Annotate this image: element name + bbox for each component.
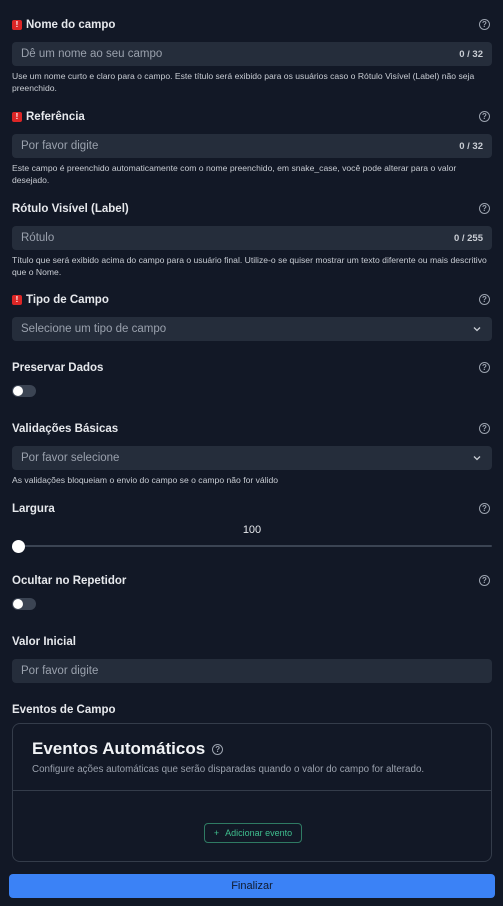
events-section: Eventos de Campo bbox=[12, 701, 492, 719]
initial-value-field: Valor Inicial Por favor digite bbox=[12, 633, 492, 683]
initial-value-placeholder: Por favor digite bbox=[21, 665, 99, 677]
add-event-button[interactable]: + Adicionar evento bbox=[204, 823, 302, 843]
width-value: 100 bbox=[242, 524, 262, 536]
reference-hint: Este campo é preenchido automaticamente … bbox=[12, 163, 457, 185]
visible-label-counter: 0 / 255 bbox=[453, 232, 483, 244]
reference-label-wrap: ! Referência bbox=[12, 111, 85, 123]
hide-repeater-toggle[interactable] bbox=[12, 598, 36, 610]
name-label-wrap: ! Nome do campo bbox=[12, 19, 115, 31]
reference-label: Referência bbox=[26, 111, 85, 123]
events-description: Configure ações automáticas que serão di… bbox=[32, 764, 425, 775]
events-section-label: Eventos de Campo bbox=[12, 704, 116, 716]
name-counter: 0 / 32 bbox=[459, 48, 483, 60]
name-label: Nome do campo bbox=[26, 19, 116, 31]
help-icon[interactable]: ? bbox=[479, 111, 490, 122]
width-label-wrap: Largura bbox=[12, 503, 55, 515]
events-title-wrap: Eventos Automáticos ? bbox=[32, 739, 224, 759]
reference-counter: 0 / 32 bbox=[459, 140, 483, 152]
name-field: ! Nome do campo ? Dê um nome ao seu camp… bbox=[12, 16, 492, 94]
validations-label: Validações Básicas bbox=[12, 423, 119, 435]
help-icon[interactable]: ? bbox=[479, 203, 490, 214]
help-icon[interactable]: ? bbox=[212, 743, 224, 755]
finalize-label: Finalizar bbox=[231, 880, 273, 892]
reference-field: ! Referência ? Por favor digite 0 / 32 E… bbox=[12, 108, 492, 186]
events-divider bbox=[13, 790, 491, 791]
hide-repeater-label-wrap: Ocultar no Repetidor bbox=[12, 575, 126, 587]
field-type-label: Tipo de Campo bbox=[26, 294, 109, 306]
chevron-down-icon bbox=[473, 327, 481, 332]
field-type-select[interactable]: Selecione um tipo de campo bbox=[12, 317, 492, 341]
preserve-data-label: Preservar Dados bbox=[12, 362, 104, 374]
visible-label-hint: Título que será exibido acima do campo p… bbox=[12, 255, 487, 277]
initial-value-label: Valor Inicial bbox=[12, 636, 76, 648]
help-icon[interactable]: ? bbox=[479, 423, 490, 434]
width-slider-track[interactable] bbox=[18, 545, 492, 547]
reference-placeholder: Por favor digite bbox=[21, 140, 99, 152]
visible-label-placeholder: Rótulo bbox=[21, 232, 55, 244]
reference-input[interactable]: Por favor digite 0 / 32 bbox=[12, 134, 492, 158]
add-event-label: Adicionar evento bbox=[225, 828, 293, 838]
validations-hint: As validações bloqueiam o envio do campo… bbox=[12, 475, 279, 485]
help-icon[interactable]: ? bbox=[479, 19, 490, 30]
validations-select[interactable]: Por favor selecione bbox=[12, 446, 492, 470]
hide-repeater-label: Ocultar no Repetidor bbox=[12, 575, 127, 587]
help-icon[interactable]: ? bbox=[479, 362, 490, 373]
preserve-data-toggle[interactable] bbox=[12, 385, 36, 397]
visible-label-input[interactable]: Rótulo 0 / 255 bbox=[12, 226, 492, 250]
chevron-down-icon bbox=[473, 456, 481, 461]
help-icon[interactable]: ? bbox=[479, 575, 490, 586]
help-icon[interactable]: ? bbox=[479, 503, 490, 514]
width-label: Largura bbox=[12, 503, 55, 515]
validations-field: Validações Básicas ? Por favor selecione… bbox=[12, 420, 492, 486]
help-icon[interactable]: ? bbox=[479, 294, 490, 305]
width-slider-thumb[interactable] bbox=[12, 540, 25, 553]
visible-label-field: Rótulo Visível (Label) ? Rótulo 0 / 255 … bbox=[12, 200, 492, 278]
preserve-data-label-wrap: Preservar Dados bbox=[12, 362, 103, 374]
required-icon: ! bbox=[12, 20, 22, 30]
required-icon: ! bbox=[12, 295, 22, 305]
field-type-field: ! Tipo de Campo ? Selecione um tipo de c… bbox=[12, 291, 492, 341]
events-title: Eventos Automáticos bbox=[32, 739, 206, 758]
name-placeholder: Dê um nome ao seu campo bbox=[21, 48, 163, 60]
validations-placeholder: Por favor selecione bbox=[21, 452, 120, 464]
validations-label-wrap: Validações Básicas bbox=[12, 423, 118, 435]
finalize-button[interactable]: Finalizar bbox=[9, 874, 495, 898]
required-icon: ! bbox=[12, 112, 22, 122]
events-card: Eventos Automáticos ? Configure ações au… bbox=[12, 723, 492, 862]
hide-repeater-field: Ocultar no Repetidor ? bbox=[12, 572, 492, 610]
initial-value-label-wrap: Valor Inicial bbox=[12, 636, 76, 648]
plus-icon: + bbox=[213, 828, 220, 838]
field-type-placeholder: Selecione um tipo de campo bbox=[21, 323, 167, 335]
width-field: Largura ? 100 bbox=[12, 500, 492, 556]
visible-label-label: Rótulo Visível (Label) bbox=[12, 203, 129, 215]
name-hint: Use um nome curto e claro para o campo. … bbox=[12, 71, 475, 93]
field-type-label-wrap: ! Tipo de Campo bbox=[12, 294, 109, 306]
name-input[interactable]: Dê um nome ao seu campo 0 / 32 bbox=[12, 42, 492, 66]
preserve-data-field: Preservar Dados ? bbox=[12, 359, 492, 397]
initial-value-input[interactable]: Por favor digite bbox=[12, 659, 492, 683]
visible-label-wrap: Rótulo Visível (Label) bbox=[12, 203, 129, 215]
